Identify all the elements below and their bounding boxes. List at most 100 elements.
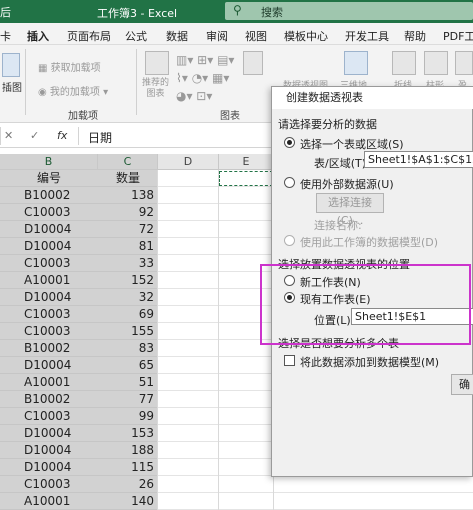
cell-id[interactable]: D10004: [0, 238, 98, 255]
formula-input[interactable]: 日期: [88, 129, 112, 146]
header-cell-id[interactable]: 编号: [0, 170, 98, 187]
confirm-icon[interactable]: ✓: [30, 129, 39, 142]
radio-external-source-label[interactable]: 使用外部数据源(U): [300, 176, 394, 192]
cell-id[interactable]: C10003: [0, 204, 98, 221]
header-cell-qty[interactable]: 数量: [98, 170, 158, 187]
get-addins-button[interactable]: ▦ 获取加载项: [38, 59, 101, 74]
cell-id[interactable]: B10002: [0, 340, 98, 357]
tab-template-center[interactable]: 模板中心: [284, 28, 328, 44]
cell-id[interactable]: A10001: [0, 272, 98, 289]
cell-qty[interactable]: 65: [98, 357, 158, 374]
cell-id[interactable]: C10003: [0, 476, 98, 493]
tab-page-layout[interactable]: 页面布局: [67, 28, 111, 44]
pivot-chart-icon[interactable]: [243, 51, 263, 75]
cell-id[interactable]: D10004: [0, 357, 98, 374]
cell-id[interactable]: C10003: [0, 408, 98, 425]
choose-connection-button[interactable]: 选择连接(C)...: [316, 193, 384, 227]
add-to-data-model-label[interactable]: 将此数据添加到数据模型(M): [300, 354, 439, 370]
tab-review[interactable]: 审阅: [206, 28, 228, 44]
cell-id[interactable]: A10001: [0, 374, 98, 391]
cell-id[interactable]: D10004: [0, 221, 98, 238]
tab-formulas[interactable]: 公式: [125, 28, 147, 44]
cell-qty[interactable]: 77: [98, 391, 158, 408]
3d-map-icon[interactable]: [344, 51, 368, 75]
column-chart-icon[interactable]: ▥▾ ⊞▾ ▤▾: [176, 53, 234, 67]
cell-qty[interactable]: 72: [98, 221, 158, 238]
cell-qty[interactable]: 99: [98, 408, 158, 425]
file-tab-fragment[interactable]: 后: [0, 4, 11, 20]
cell-qty[interactable]: 81: [98, 238, 158, 255]
radio-external-source[interactable]: [284, 177, 295, 188]
cell-qty[interactable]: 140: [98, 493, 158, 510]
cell-qty[interactable]: 32: [98, 289, 158, 306]
cell-qty[interactable]: 155: [98, 323, 158, 340]
connection-name-label: 连接名称:: [314, 219, 362, 232]
sparkline-line-icon[interactable]: [392, 51, 416, 75]
cell-qty[interactable]: 153: [98, 425, 158, 442]
add-to-data-model-checkbox[interactable]: [284, 355, 295, 366]
empty-cells[interactable]: [158, 493, 473, 510]
illustrations-icon[interactable]: [2, 53, 20, 77]
group-divider: [136, 49, 137, 115]
recommended-charts-label: 推荐的 图表: [142, 78, 170, 99]
charts-group-label: 图表: [220, 111, 240, 122]
cell-qty[interactable]: 51: [98, 374, 158, 391]
cancel-icon[interactable]: ✕: [4, 129, 13, 142]
my-addins-button[interactable]: ◉ 我的加载项 ▾: [38, 83, 108, 98]
cell-id[interactable]: D10004: [0, 442, 98, 459]
tab-view[interactable]: 视图: [245, 28, 267, 44]
column-header-b[interactable]: B: [0, 154, 98, 170]
cell-id[interactable]: D10004: [0, 289, 98, 306]
group-divider: [25, 49, 26, 115]
cell-qty[interactable]: 83: [98, 340, 158, 357]
radio-select-range[interactable]: [284, 137, 295, 148]
sparkline-column-icon[interactable]: [424, 51, 448, 75]
cell-id[interactable]: C10003: [0, 255, 98, 272]
radio-data-model-label[interactable]: 使用此工作簿的数据模型(D): [300, 234, 438, 250]
cell-id[interactable]: B10002: [0, 187, 98, 204]
tab-developer[interactable]: 开发工具: [345, 28, 389, 44]
cell-qty[interactable]: 115: [98, 459, 158, 476]
divider: [78, 127, 79, 145]
illustrations-label: 插图: [2, 83, 22, 94]
cell-id[interactable]: A10001: [0, 493, 98, 510]
radio-select-range-label[interactable]: 选择一个表或区域(S): [300, 136, 404, 152]
search-box[interactable]: ⚲ 搜索: [225, 2, 473, 20]
cell-id[interactable]: C10003: [0, 323, 98, 340]
search-icon: ⚲: [233, 3, 242, 17]
ribbon-tabs: 卡 插入 页面布局 公式 数据 审阅 视图 模板中心 开发工具 帮助 PDF工: [0, 23, 473, 49]
column-header-c[interactable]: C: [98, 154, 158, 170]
tab-insert[interactable]: 插入: [27, 28, 49, 49]
range-input[interactable]: Sheet1!$A$1:$C$126: [364, 151, 473, 168]
empty-cells[interactable]: [158, 476, 473, 493]
cell-id[interactable]: D10004: [0, 425, 98, 442]
line-chart-icon[interactable]: ⌇▾ ◔▾ ▦▾: [176, 71, 229, 85]
title-bar: 后 工作簿3 - Excel ⚲ 搜索: [0, 0, 473, 23]
cell-qty[interactable]: 92: [98, 204, 158, 221]
cell-id[interactable]: C10003: [0, 306, 98, 323]
cell-qty[interactable]: 188: [98, 442, 158, 459]
addins-group-label: 加载项: [68, 111, 98, 122]
tab-pdf[interactable]: PDF工: [443, 28, 473, 44]
sparkline-winloss-icon[interactable]: [455, 51, 473, 75]
cell-qty[interactable]: 152: [98, 272, 158, 289]
recommended-charts-icon[interactable]: [145, 51, 169, 75]
tab-partial[interactable]: 卡: [0, 28, 11, 44]
cell-qty[interactable]: 138: [98, 187, 158, 204]
insert-function-icon[interactable]: fx: [57, 129, 67, 142]
ok-button[interactable]: 确: [451, 374, 473, 395]
tab-help[interactable]: 帮助: [404, 28, 426, 44]
column-header-d[interactable]: D: [158, 154, 219, 170]
cell-id[interactable]: D10004: [0, 459, 98, 476]
window-title: 工作簿3 - Excel: [97, 7, 178, 20]
cell-qty[interactable]: 69: [98, 306, 158, 323]
pie-chart-icon[interactable]: ◕▾ ⊡▾: [176, 89, 212, 103]
section-data-label: 请选择要分析的数据: [278, 118, 377, 131]
cell-qty[interactable]: 26: [98, 476, 158, 493]
column-header-e[interactable]: E: [219, 154, 274, 170]
tab-data[interactable]: 数据: [166, 28, 188, 44]
cell-id[interactable]: B10002: [0, 391, 98, 408]
cell-qty[interactable]: 33: [98, 255, 158, 272]
grid-line: [218, 170, 219, 510]
radio-data-model[interactable]: [284, 235, 295, 246]
